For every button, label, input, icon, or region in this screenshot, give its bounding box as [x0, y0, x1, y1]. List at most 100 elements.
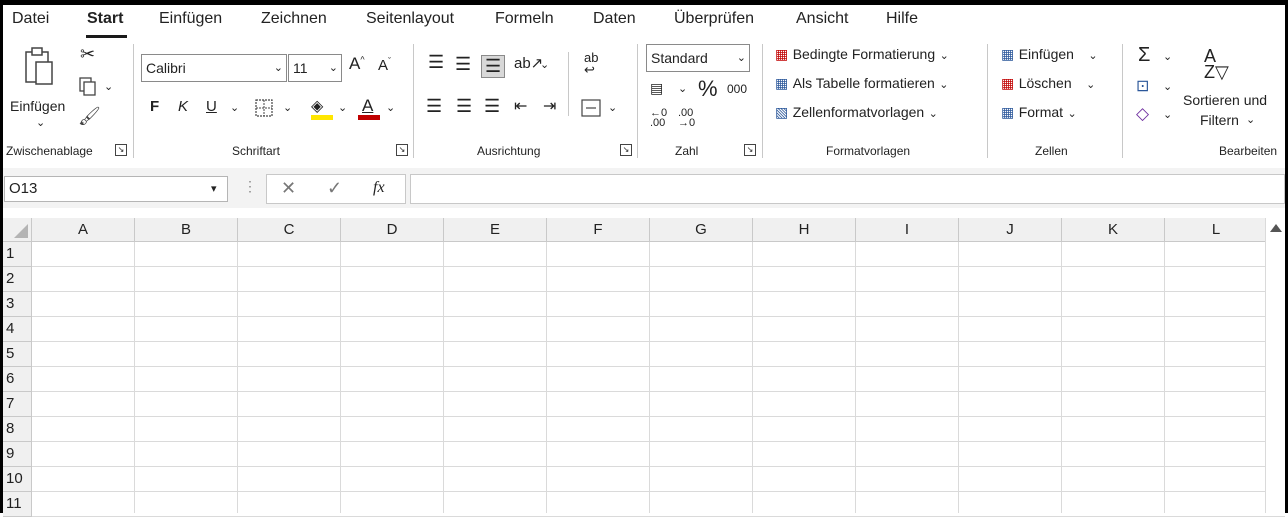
column-header[interactable]: C — [238, 218, 341, 242]
thousands-button[interactable]: 000 — [727, 82, 747, 96]
fill-dropdown-icon[interactable]: ⌄ — [1163, 80, 1172, 93]
column-header[interactable]: F — [547, 218, 650, 242]
column-header[interactable]: G — [650, 218, 753, 242]
accounting-dropdown-icon[interactable]: ⌄ — [678, 82, 687, 95]
tab-ansicht[interactable]: Ansicht — [796, 10, 848, 28]
format-as-table-button[interactable]: ▦ Als Tabelle formatieren ⌄ — [775, 75, 949, 93]
clear-dropdown-icon[interactable]: ⌄ — [1163, 108, 1172, 121]
underline-dropdown-icon[interactable]: ⌄ — [230, 101, 239, 114]
format-painter-icon[interactable]: 🖌 — [78, 106, 101, 127]
italic-button[interactable]: K — [178, 98, 188, 115]
bold-button[interactable]: F — [150, 98, 159, 115]
borders-dropdown-icon[interactable]: ⌄ — [283, 101, 292, 114]
column-header[interactable]: K — [1062, 218, 1165, 242]
decimal-decrease-icon[interactable]: .00 →0 — [678, 108, 695, 129]
column-header[interactable]: J — [959, 218, 1062, 242]
alignment-launcher-icon[interactable]: ↘ — [620, 144, 632, 156]
decimal-increase-icon[interactable]: ←0.00 — [650, 108, 667, 129]
enter-icon[interactable]: ✓ — [327, 178, 342, 199]
sort-filter-button[interactable]: A Z▽ Sortieren und Filtern ⌄ — [1180, 46, 1280, 134]
tab-formeln[interactable]: Formeln — [495, 10, 554, 28]
align-middle-icon[interactable]: ☰ — [455, 54, 471, 75]
percent-button[interactable]: % — [698, 76, 718, 102]
copy-icon[interactable] — [78, 76, 98, 96]
merge-icon[interactable] — [580, 98, 602, 118]
row-header[interactable]: 1 — [3, 242, 32, 267]
cell-styles-button[interactable]: ▧ Zellenformatvorlagen ⌄ — [775, 104, 938, 122]
font-size-select[interactable]: 11 ⌄ — [288, 54, 342, 82]
accounting-icon[interactable]: ▤ — [650, 80, 663, 97]
tab-start[interactable]: Start — [87, 10, 123, 28]
function-icon[interactable]: fx — [373, 179, 385, 197]
paste-dropdown-icon[interactable]: ⌄ — [36, 116, 45, 129]
autosum-icon[interactable]: Σ — [1138, 44, 1150, 67]
tab-hilfe[interactable]: Hilfe — [886, 10, 918, 28]
tab-einfuegen[interactable]: Einfügen — [159, 10, 222, 28]
column-header[interactable]: E — [444, 218, 547, 242]
vertical-scrollbar[interactable] — [1265, 218, 1286, 513]
tab-daten[interactable]: Daten — [593, 10, 636, 28]
column-header[interactable]: H — [753, 218, 856, 242]
tab-zeichnen[interactable]: Zeichnen — [261, 10, 327, 28]
orientation-dropdown-icon[interactable]: ⌄ — [540, 58, 549, 71]
indent-increase-icon[interactable]: ⇥ — [543, 96, 556, 116]
tab-ueberpruefen[interactable]: Überprüfen — [674, 10, 754, 28]
row-header[interactable]: 11 — [3, 492, 32, 517]
underline-button[interactable]: U — [206, 98, 217, 115]
fill-color-icon[interactable]: ◈ — [311, 96, 333, 120]
paste-button[interactable]: Einfügen ⌄ — [8, 44, 76, 129]
row-header[interactable]: 6 — [3, 367, 32, 392]
align-left-icon[interactable]: ☰ — [426, 96, 442, 117]
copy-dropdown-icon[interactable]: ⌄ — [104, 80, 113, 93]
conditional-formatting-button[interactable]: ▦ Bedingte Formatierung ⌄ — [775, 46, 949, 64]
cut-icon[interactable]: ✂ — [80, 44, 95, 65]
cancel-icon[interactable]: ✕ — [281, 178, 296, 199]
indent-decrease-icon[interactable]: ⇤ — [514, 96, 527, 116]
row-header[interactable]: 5 — [3, 342, 32, 367]
wrap-text-icon[interactable]: ab ↩ — [584, 51, 598, 76]
clear-icon[interactable]: ◇ — [1136, 104, 1149, 124]
column-header[interactable]: L — [1165, 218, 1268, 242]
font-launcher-icon[interactable]: ↘ — [396, 144, 408, 156]
insert-cells-button[interactable]: ▦ Einfügen ⌄ — [1001, 46, 1098, 64]
align-center-icon[interactable]: ☰ — [456, 96, 472, 117]
font-color-dropdown-icon[interactable]: ⌄ — [386, 101, 395, 114]
clipboard-launcher-icon[interactable]: ↘ — [115, 144, 127, 156]
align-right-icon[interactable]: ☰ — [484, 96, 500, 117]
tab-seitenlayout[interactable]: Seitenlayout — [366, 10, 454, 28]
delete-cells-button[interactable]: ▦ Löschen ⌄ — [1001, 75, 1095, 93]
row-header[interactable]: 7 — [3, 392, 32, 417]
column-header[interactable]: D — [341, 218, 444, 242]
row-header[interactable]: 10 — [3, 467, 32, 492]
formula-input[interactable] — [410, 174, 1285, 204]
column-header[interactable]: B — [135, 218, 238, 242]
select-all-button[interactable] — [3, 218, 32, 242]
orientation-icon[interactable]: ab↗ — [514, 54, 543, 72]
worksheet-grid[interactable]: A B C D E F G H I J K L 1 2 3 4 5 6 7 8 9 10 11 — [3, 218, 1285, 517]
row-header[interactable]: 4 — [3, 317, 32, 342]
font-grow-icon[interactable]: A^ — [349, 54, 365, 74]
font-name-select[interactable]: Calibri ⌄ — [141, 54, 287, 82]
align-bottom-icon[interactable]: ☰ — [481, 55, 506, 78]
tab-datei[interactable]: Datei — [12, 10, 49, 28]
borders-icon[interactable] — [254, 98, 274, 118]
number-format-select[interactable]: Standard ⌄ — [646, 44, 750, 72]
font-shrink-icon[interactable]: Aˇ — [378, 56, 391, 74]
scroll-up-arrow-icon[interactable] — [1270, 224, 1282, 232]
name-box[interactable]: O13 ▾ — [4, 176, 228, 202]
column-header[interactable]: A — [32, 218, 135, 242]
row-header[interactable]: 8 — [3, 417, 32, 442]
number-launcher-icon[interactable]: ↘ — [744, 144, 756, 156]
autosum-dropdown-icon[interactable]: ⌄ — [1163, 50, 1172, 63]
format-cells-button[interactable]: ▦ Format ⌄ — [1001, 104, 1077, 122]
row-header[interactable]: 3 — [3, 292, 32, 317]
row-header[interactable]: 9 — [3, 442, 32, 467]
font-color-icon[interactable]: A — [358, 96, 380, 120]
fill-dropdown-icon[interactable]: ⌄ — [338, 101, 347, 114]
align-top-icon[interactable]: ☰ — [428, 52, 444, 73]
column-header[interactable]: I — [856, 218, 959, 242]
row-header[interactable]: 2 — [3, 267, 32, 292]
more-options-icon[interactable]: ⋮ — [243, 178, 257, 195]
merge-dropdown-icon[interactable]: ⌄ — [608, 101, 617, 114]
fill-icon[interactable]: ⊡ — [1136, 76, 1149, 96]
